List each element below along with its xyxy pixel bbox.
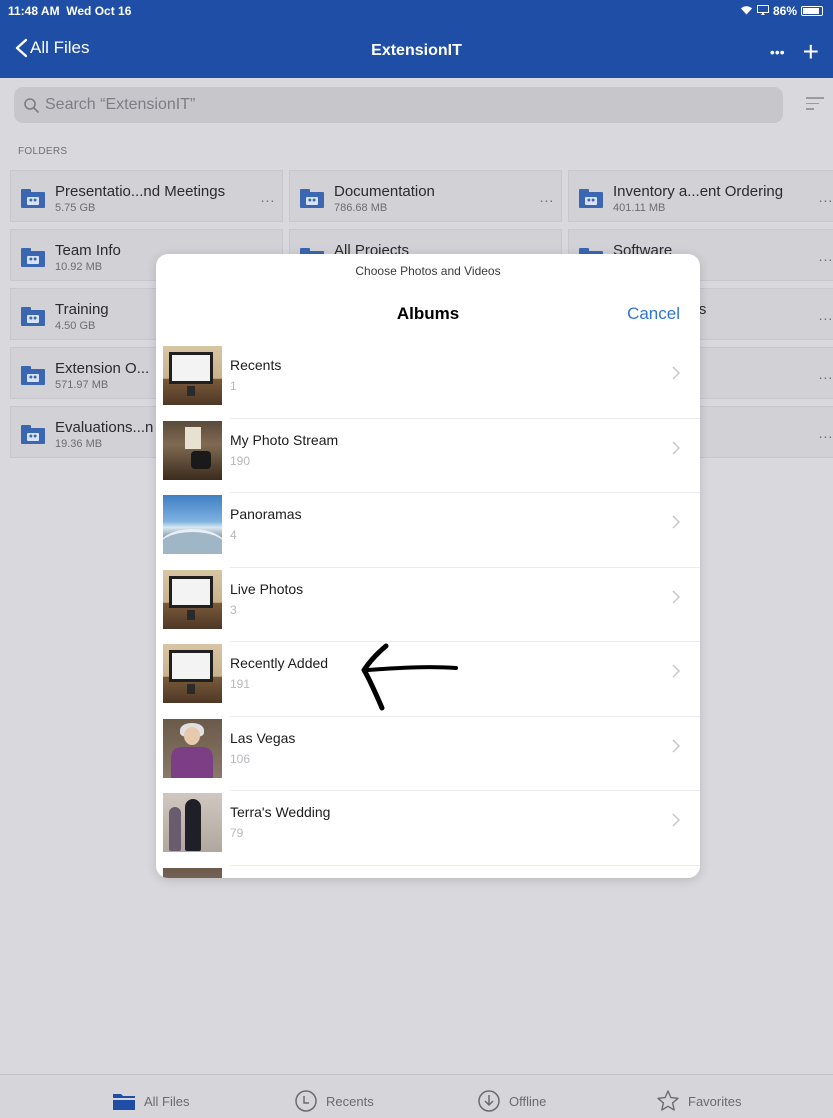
shared-folder-icon: ●●: [21, 366, 45, 386]
chevron-right-icon: [672, 440, 680, 455]
album-row[interactable]: Recently Added 191: [156, 642, 700, 717]
battery-icon: [801, 6, 823, 16]
status-time: 11:48 AM Wed Oct 16: [8, 4, 131, 18]
album-row[interactable]: Terra's Wedding 79: [156, 791, 700, 866]
folder-more-button[interactable]: ...: [254, 189, 282, 205]
folder-size: 786.68 MB: [334, 202, 388, 214]
album-name: My Photo Stream: [230, 431, 339, 448]
folder-icon: [113, 1094, 135, 1110]
shared-folder-icon: ●●: [21, 307, 45, 327]
more-button[interactable]: •••: [770, 44, 785, 60]
album-count: 4: [230, 528, 237, 542]
folder-more-button[interactable]: ...: [812, 425, 833, 441]
sort-icon[interactable]: [806, 97, 824, 111]
chevron-left-icon: [15, 38, 28, 58]
album-name: Live Photos: [230, 580, 304, 597]
download-icon: [478, 1090, 500, 1112]
chevron-right-icon: [672, 813, 680, 827]
screen-mirror-icon: [756, 4, 769, 18]
wifi-icon: [740, 4, 753, 18]
section-label: FOLDERS: [18, 146, 68, 157]
album-name: Terra's Wedding: [230, 804, 331, 820]
room-icon: [163, 420, 222, 480]
back-button-label: All Files: [30, 38, 90, 57]
wedding-icon: [163, 793, 222, 852]
battery-percent: 86%: [772, 4, 797, 18]
cancel-button[interactable]: Cancel: [627, 304, 680, 324]
shared-folder-icon: ●●: [579, 189, 603, 209]
album-count: 106: [230, 751, 251, 766]
folder-name: Presentatio...nd Meetings: [55, 183, 226, 200]
folder-item[interactable]: ●● Presentatio...nd Meetings 5.75 GB...: [10, 170, 283, 222]
clock-icon: [295, 1090, 317, 1112]
folder-more-button[interactable]: ...: [812, 366, 833, 382]
navigation-bar: 11:48 AM Wed Oct 16 86% All Files Extens…: [0, 0, 833, 78]
panorama-icon: [163, 495, 222, 554]
album-row[interactable]: Live Photos 3: [156, 568, 700, 642]
album-name: Las Vegas: [230, 729, 296, 746]
album-count: 190: [230, 453, 251, 468]
page-title: ExtensionIT: [371, 42, 462, 59]
tab-all-files[interactable]: All Files: [112, 1089, 190, 1113]
album-name: Recents: [230, 357, 282, 373]
folder-item[interactable]: ●● Inventory a...ent Ordering 401.11 MB...: [568, 170, 833, 222]
picker-title: Albums: [396, 304, 460, 323]
desk-icon: [163, 346, 222, 405]
tab-label: Recents: [326, 1093, 374, 1109]
photo-picker-dialog: Choose Photos and Videos Albums Cancel R…: [156, 254, 700, 878]
back-button[interactable]: All Files: [14, 38, 90, 58]
picker-prompt: Choose Photos and Videos: [355, 264, 501, 278]
folder-more-button[interactable]: ...: [533, 189, 561, 205]
album-row[interactable]: Recents 1: [156, 344, 700, 419]
chevron-right-icon: [672, 515, 680, 529]
folder-name: Documentation: [334, 183, 435, 200]
album-row[interactable]: My Photo Stream 190: [156, 419, 700, 493]
shared-folder-icon: ●●: [21, 425, 45, 445]
tab-offline[interactable]: Offline: [477, 1089, 546, 1113]
folder-size: 401.11 MB: [613, 202, 666, 214]
folder-more-button[interactable]: ...: [812, 189, 833, 205]
album-count: 191: [230, 677, 251, 691]
album-count: 79: [230, 826, 244, 840]
folder-more-button[interactable]: ...: [812, 307, 833, 323]
album-row-partial[interactable]: [156, 866, 700, 878]
tab-label: Offline: [509, 1093, 547, 1109]
star-icon: [657, 1090, 679, 1111]
desk-icon: [163, 569, 222, 629]
album-count: 3: [230, 602, 237, 617]
shared-folder-icon: ●●: [21, 189, 45, 209]
status-indicators: 86%: [740, 4, 823, 18]
shared-folder-icon: ●●: [21, 248, 45, 268]
chevron-right-icon: [672, 589, 680, 604]
folder-size: 5.75 GB: [55, 202, 96, 214]
status-time-text: 11:48 AM: [8, 4, 60, 18]
chevron-right-icon: [672, 366, 680, 380]
add-button[interactable]: +: [803, 36, 819, 68]
desk-icon: [163, 644, 222, 703]
album-name: Panoramas: [230, 506, 302, 522]
tab-bar: All Files Recents Offline Favorites: [0, 1074, 833, 1118]
folder-name: Inventory a...ent Ordering: [613, 183, 784, 200]
tab-label: Favorites: [688, 1093, 742, 1109]
portrait-icon: [163, 718, 222, 778]
tab-favorites[interactable]: Favorites: [656, 1089, 741, 1113]
album-row[interactable]: Panoramas 4: [156, 493, 700, 568]
search-placeholder: Search “ExtensionIT”: [45, 96, 196, 113]
chevron-right-icon: [672, 664, 680, 678]
shared-folder-icon: ●●: [300, 189, 324, 209]
album-name: Recently Added: [230, 655, 329, 671]
album-count: 1: [230, 379, 237, 393]
tab-recents[interactable]: Recents: [294, 1089, 374, 1113]
search-icon: [24, 97, 39, 113]
folder-item[interactable]: ●● Documentation 786.68 MB...: [289, 170, 562, 222]
status-date-text: Wed Oct 16: [66, 4, 132, 18]
search-input[interactable]: Search “ExtensionIT”: [14, 87, 783, 123]
tab-label: All Files: [144, 1093, 190, 1109]
chevron-right-icon: [672, 738, 680, 753]
album-row[interactable]: Las Vegas 106: [156, 717, 700, 791]
photo-thumbnail-icon: [163, 867, 222, 878]
album-list: Recents 1 My Photo Stream 190 Panoramas 4 Live…: [156, 344, 700, 878]
folder-more-button[interactable]: ...: [812, 248, 833, 264]
